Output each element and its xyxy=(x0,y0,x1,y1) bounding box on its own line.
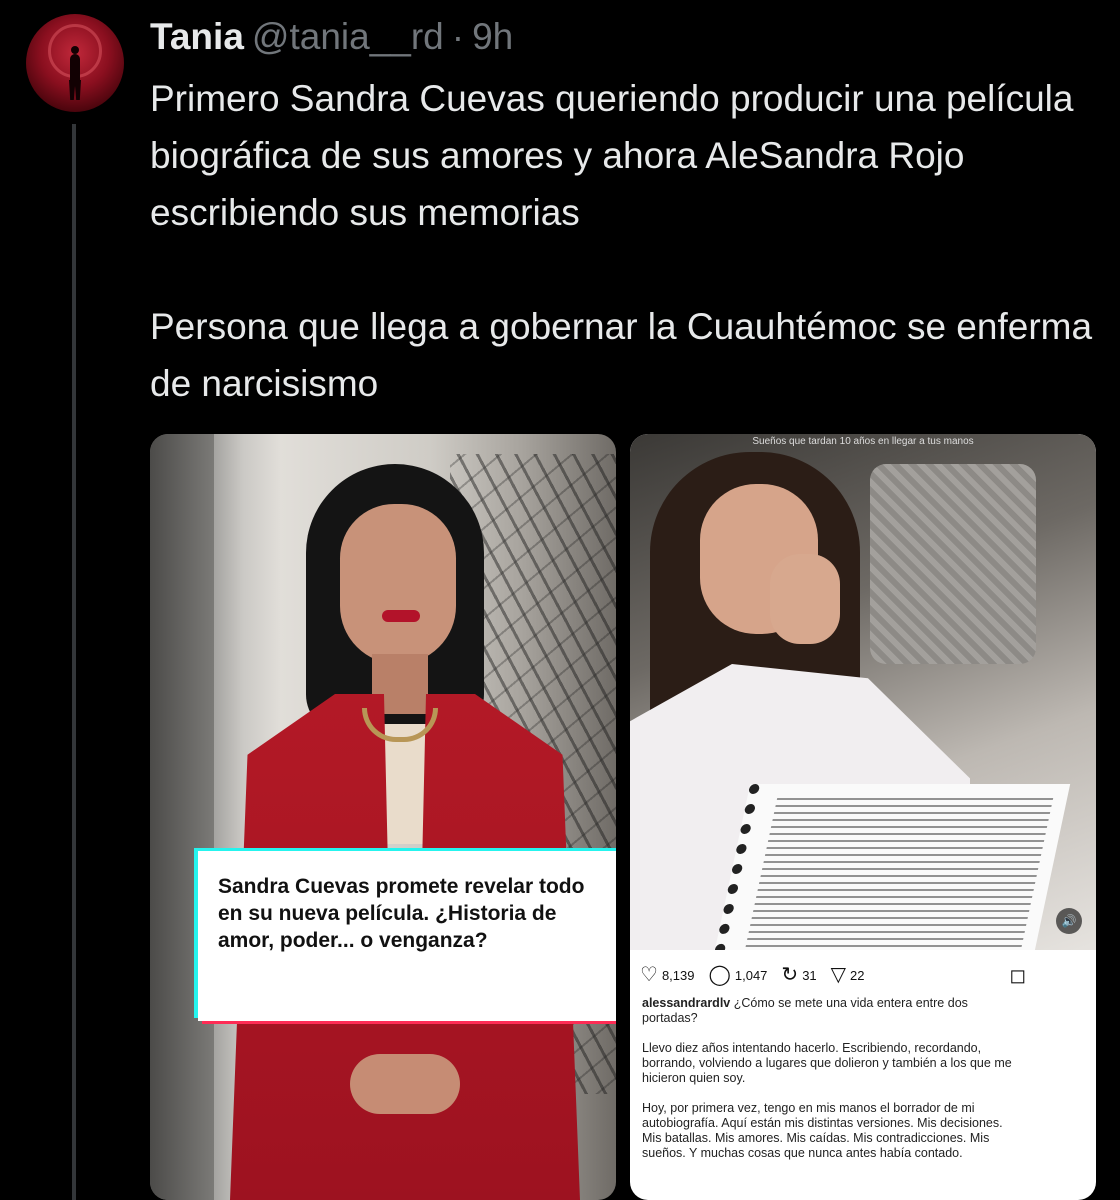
share-count: 22 xyxy=(850,967,865,983)
manuscript xyxy=(709,784,1071,950)
tweet[interactable]: Tania @tania__rd · 9h Primero Sandra Cue… xyxy=(0,0,1120,1200)
comment-count: 1,047 xyxy=(734,967,768,983)
media-grid: Sandra Cuevas promete revelar todo en su… xyxy=(150,434,1096,1200)
caption-paragraph: Hoy, por primera vez, tengo en mis manos… xyxy=(642,1101,1003,1160)
send-icon: ▽ xyxy=(830,964,847,986)
media-image-left[interactable]: Sandra Cuevas promete revelar todo en su… xyxy=(150,434,616,1200)
thread-line xyxy=(72,124,76,1200)
timestamp[interactable]: 9h xyxy=(472,16,513,58)
tweet-paragraph: Primero Sandra Cuevas queriendo producir… xyxy=(150,78,1074,233)
like-count: 8,139 xyxy=(661,967,695,983)
author-name[interactable]: Tania xyxy=(150,16,244,58)
avatar-figure-legs xyxy=(69,80,81,100)
tweet-header: Tania @tania__rd · 9h xyxy=(150,16,513,60)
repost-stat[interactable]: ↻ 31 xyxy=(781,965,816,985)
tweet-text: Primero Sandra Cuevas queriendo producir… xyxy=(150,70,1110,412)
avatar[interactable] xyxy=(26,14,124,112)
share-stat[interactable]: ▽ 22 xyxy=(831,965,865,985)
tiktok-overlay: Sandra Cuevas promete revelar todo en su… xyxy=(194,848,616,1024)
avatar-figure-head xyxy=(71,46,79,54)
tweet-paragraph: Persona que llega a gobernar la Cuauhtém… xyxy=(150,306,1093,404)
repost-icon: ↻ xyxy=(781,964,799,986)
instagram-caption: alessandrardlv ¿Cómo se mete una vida en… xyxy=(642,996,1022,1176)
like-stat[interactable]: ♡ 8,139 xyxy=(640,965,694,985)
hand xyxy=(770,554,840,644)
instagram-photo: Sueños que tardan 10 años en llegar a tu… xyxy=(630,434,1096,950)
repost-count: 31 xyxy=(802,967,817,983)
comment-icon: ◯ xyxy=(708,964,731,986)
headboard xyxy=(870,464,1036,664)
comment-stat[interactable]: ◯ 1,047 xyxy=(708,965,767,985)
manuscript-text xyxy=(744,798,1054,950)
author-handle[interactable]: @tania__rd xyxy=(252,16,444,58)
bookmark-icon[interactable]: ◻ xyxy=(1009,963,1026,988)
face xyxy=(340,504,456,664)
lips xyxy=(382,610,420,622)
instagram-username[interactable]: alessandrardlv xyxy=(642,996,730,1010)
photo-caption: Sueños que tardan 10 años en llegar a tu… xyxy=(752,436,974,447)
avatar-figure xyxy=(70,54,80,82)
separator-dot: · xyxy=(451,16,465,57)
speaker-icon[interactable]: 🔊 xyxy=(1056,908,1082,934)
overlay-text: Sandra Cuevas promete revelar todo en su… xyxy=(198,851,616,1021)
caption-paragraph: Llevo diez años intentando hacerlo. Escr… xyxy=(642,1041,1012,1085)
hands xyxy=(350,1054,460,1114)
instagram-actions: ♡ 8,139 ◯ 1,047 ↻ 31 ▽ 22 ◻ xyxy=(640,960,1026,990)
media-image-right[interactable]: Sueños que tardan 10 años en llegar a tu… xyxy=(630,434,1096,1200)
heart-icon: ♡ xyxy=(640,964,658,986)
concrete-pillar xyxy=(150,434,214,1200)
